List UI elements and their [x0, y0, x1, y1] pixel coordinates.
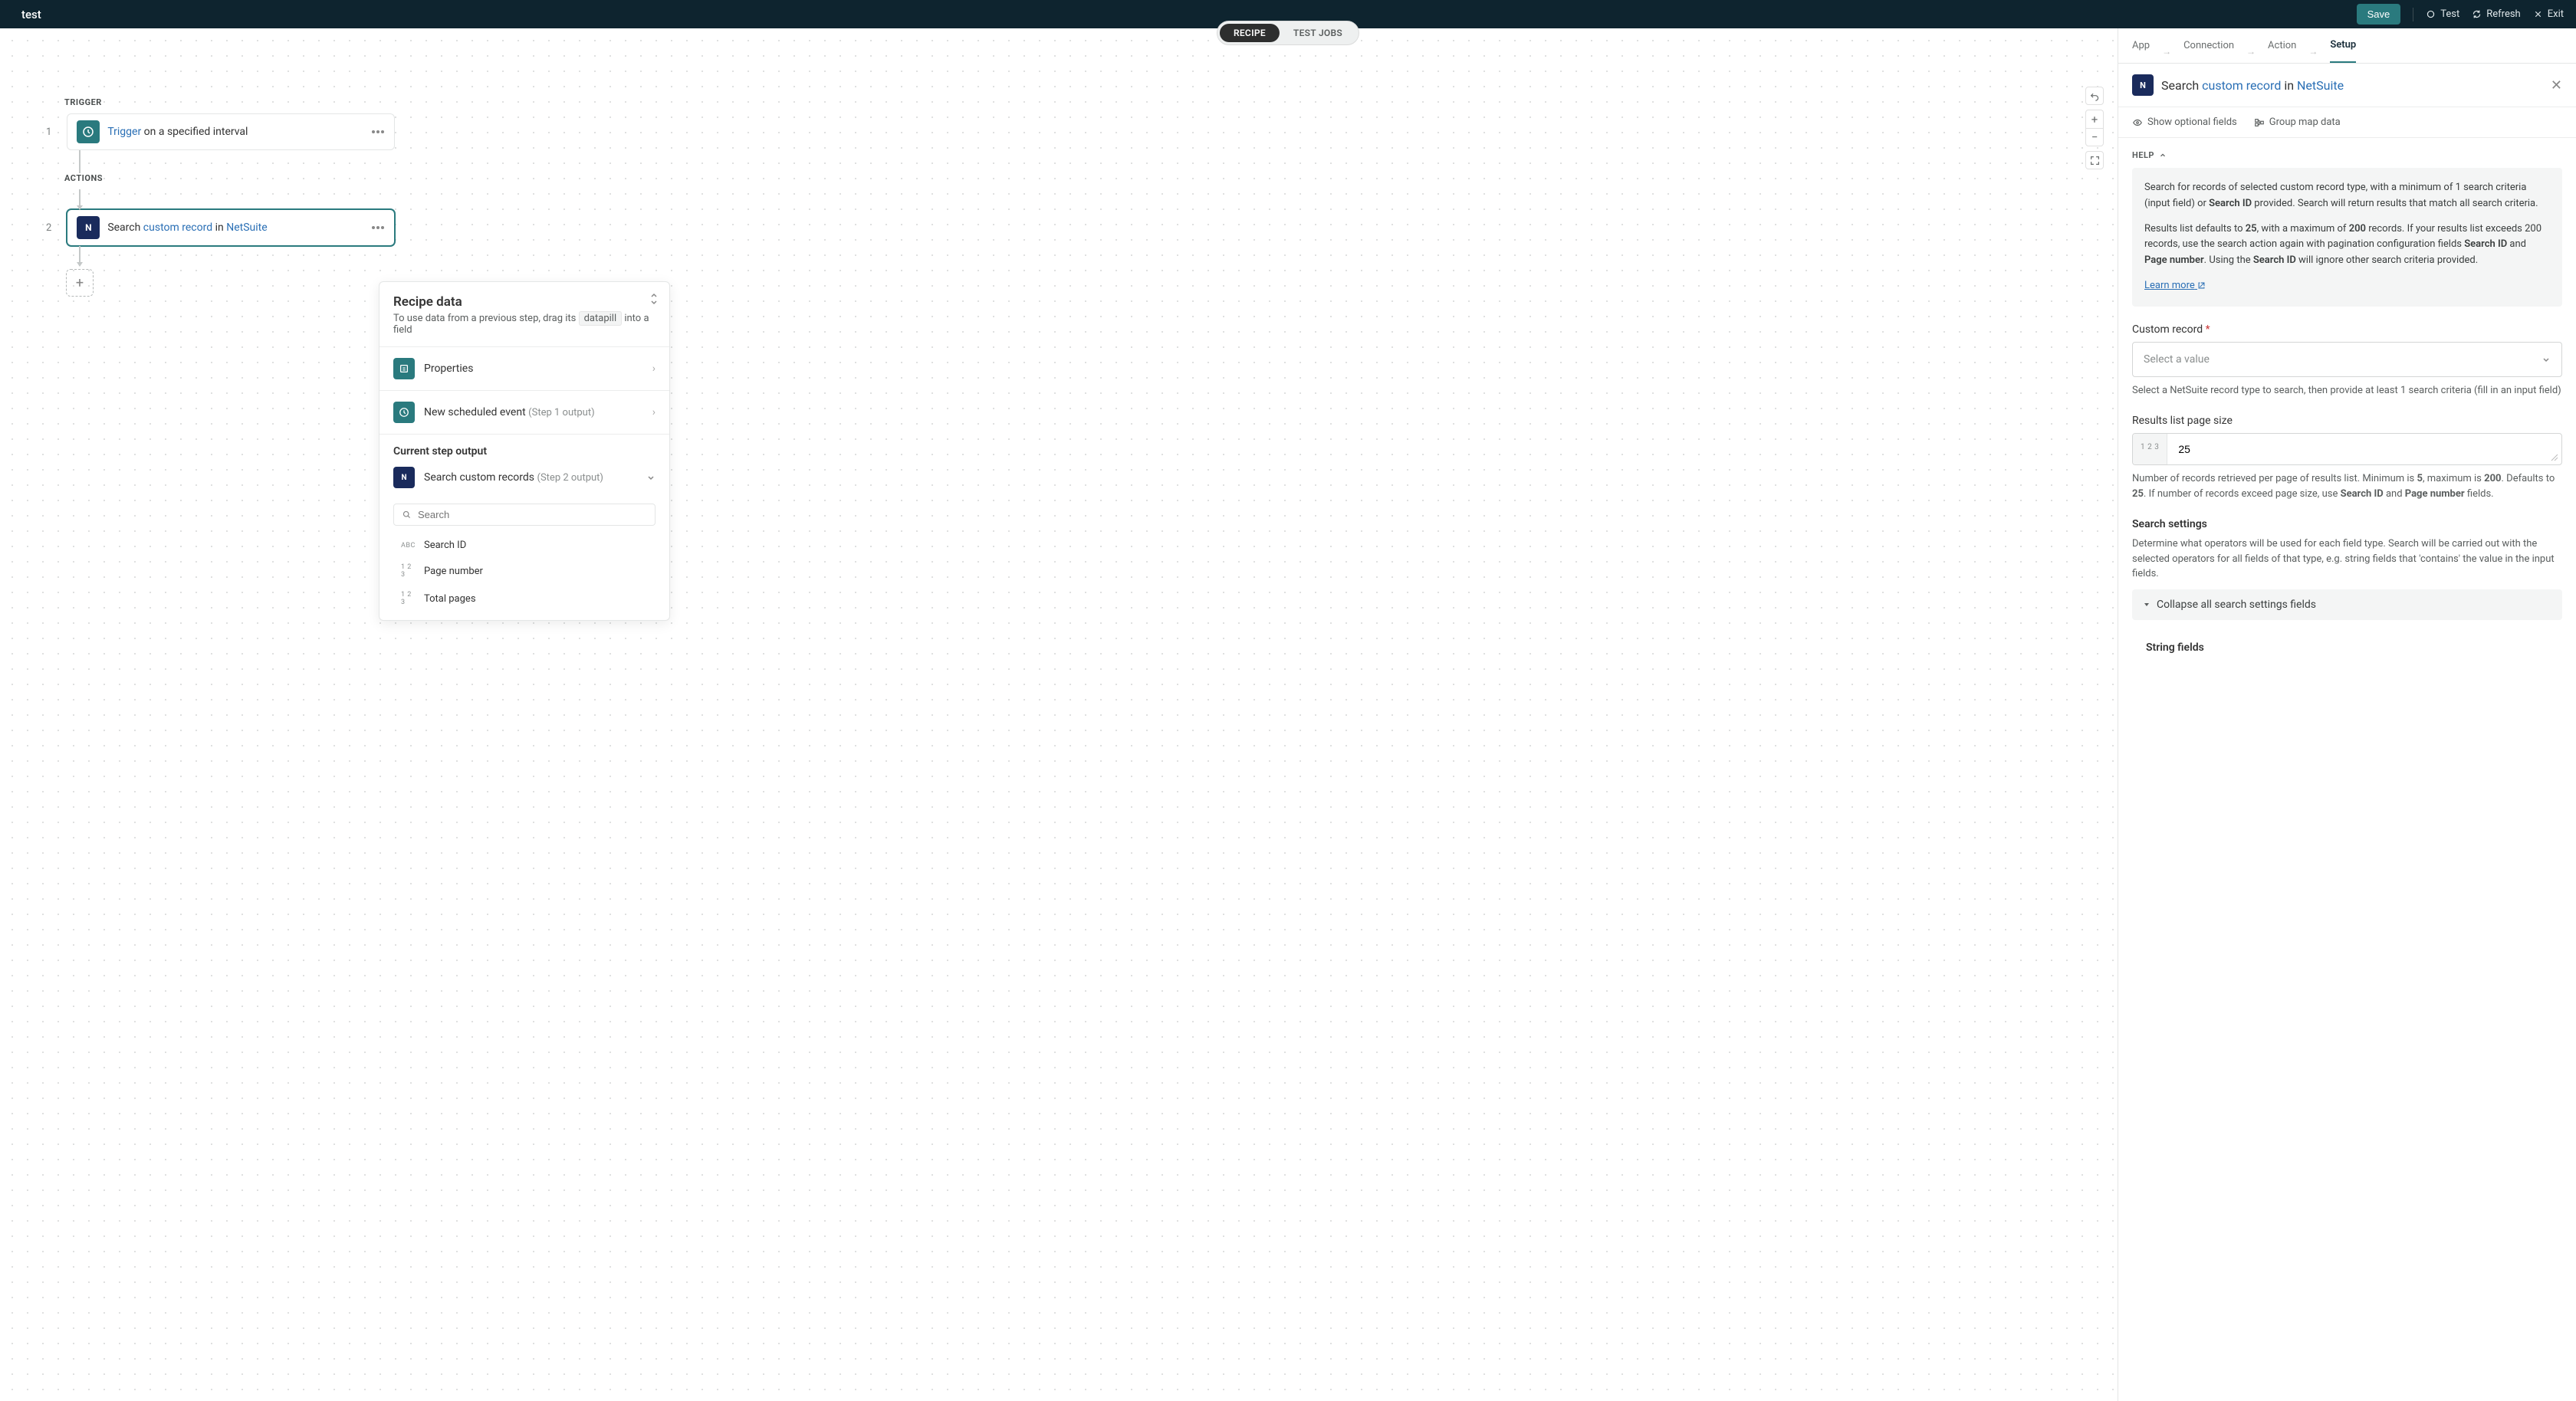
arrow-right-icon: → — [2246, 46, 2256, 57]
learn-more-link[interactable]: Learn more — [2144, 280, 2206, 291]
close-panel-button[interactable]: ✕ — [2551, 77, 2562, 94]
fit-button[interactable] — [2085, 151, 2104, 169]
datapill-total-pages[interactable]: 1 2 3Total pages — [380, 585, 669, 620]
tab-test-jobs[interactable]: TEST JOBS — [1280, 24, 1356, 42]
recipe-data-popover: Recipe data To use data from a previous … — [379, 281, 670, 621]
custom-record-select[interactable]: Select a value — [2132, 342, 2562, 377]
page-size-input[interactable] — [2167, 434, 2548, 464]
refresh-icon — [2472, 9, 2482, 19]
netsuite-icon: N — [2132, 74, 2154, 96]
actions-section-label: ACTIONS — [64, 173, 2072, 183]
tab-app[interactable]: App — [2132, 40, 2150, 62]
config-panel: App → Connection → Action → Setup N Sear… — [2118, 28, 2576, 1401]
datapill-search-id[interactable]: ABCSearch ID — [380, 533, 669, 557]
arrow-right-icon: → — [2162, 46, 2171, 57]
save-button[interactable]: Save — [2357, 4, 2401, 25]
flow-canvas[interactable]: + − TRIGGER 1 Trigger on a specified int… — [0, 28, 2118, 1401]
step-text: Search custom record in NetSuite — [107, 221, 363, 234]
panel-tabs: App → Connection → Action → Setup — [2118, 28, 2576, 64]
clock-icon — [77, 120, 100, 143]
number-type-icon: 1 2 3 — [2133, 434, 2167, 464]
page-size-label: Results list page size — [2132, 415, 2562, 427]
step-trigger[interactable]: Trigger on a specified interval — [67, 113, 395, 150]
search-custom-records-item[interactable]: N Search custom records (Step 2 output) — [380, 462, 669, 499]
step-more-button[interactable] — [371, 130, 385, 133]
step-number: 1 — [46, 126, 51, 138]
step-more-button[interactable] — [371, 226, 385, 229]
help-box: Search for records of selected custom re… — [2132, 168, 2562, 307]
tab-recipe[interactable]: RECIPE — [1220, 24, 1280, 42]
custom-record-help: Select a NetSuite record type to search,… — [2132, 383, 2562, 399]
fit-icon — [2090, 156, 2100, 166]
exit-button[interactable]: Exit — [2533, 8, 2564, 20]
undo-icon — [2090, 91, 2100, 101]
view-switcher: RECIPE TEST JOBS — [1217, 21, 1359, 45]
step-number: 2 — [46, 222, 51, 234]
tab-action[interactable]: Action — [2268, 40, 2296, 62]
resize-icon — [2548, 434, 2561, 464]
popover-title: Recipe data — [393, 294, 656, 310]
panel-title: Search custom record in NetSuite — [2161, 78, 2543, 93]
search-icon — [402, 510, 412, 520]
datapill-page-number[interactable]: 1 2 3Page number — [380, 557, 669, 585]
triangle-down-icon — [2143, 601, 2150, 609]
add-step-button[interactable]: + — [66, 269, 94, 297]
netsuite-icon: N — [393, 467, 415, 488]
map-icon — [2254, 117, 2265, 128]
chevron-down-icon — [646, 473, 656, 482]
app-title: test — [21, 8, 41, 21]
properties-icon — [393, 358, 415, 379]
netsuite-icon: N — [77, 216, 100, 239]
trigger-section-label: TRIGGER — [64, 97, 2072, 107]
group-map-button[interactable]: Group map data — [2254, 116, 2341, 128]
page-size-help: Number of records retrieved per page of … — [2132, 471, 2562, 501]
zoom-out-button[interactable]: − — [2085, 128, 2104, 146]
search-settings-help: Determine what operators will be used fo… — [2132, 536, 2562, 582]
eye-icon — [2132, 117, 2143, 128]
search-input[interactable] — [418, 509, 647, 520]
string-fields-label: String fields — [2146, 641, 2562, 654]
show-optional-button[interactable]: Show optional fields — [2132, 116, 2237, 128]
datapill-search[interactable] — [393, 504, 656, 526]
circle-icon — [2426, 9, 2436, 19]
clock-icon — [393, 402, 415, 423]
help-section-label[interactable]: HELP — [2132, 150, 2562, 160]
zoom-in-button[interactable]: + — [2085, 110, 2104, 128]
tab-setup[interactable]: Setup — [2330, 39, 2356, 63]
close-icon — [2533, 9, 2543, 19]
arrow-right-icon: → — [2308, 46, 2318, 57]
step-text: Trigger on a specified interval — [107, 126, 363, 138]
refresh-button[interactable]: Refresh — [2472, 8, 2520, 20]
expand-icon[interactable] — [649, 293, 659, 305]
chevron-down-icon — [2542, 355, 2551, 364]
custom-record-label: Custom record * — [2132, 323, 2562, 336]
chevron-right-icon: › — [652, 363, 656, 375]
undo-button[interactable] — [2085, 87, 2104, 105]
search-settings-label: Search settings — [2132, 518, 2562, 530]
test-button[interactable]: Test — [2426, 8, 2459, 20]
chevron-right-icon: › — [652, 406, 656, 418]
current-step-label: Current step output — [380, 435, 669, 462]
page-size-input-wrap: 1 2 3 — [2132, 433, 2562, 465]
scheduled-event-item[interactable]: New scheduled event (Step 1 output) › — [380, 391, 669, 434]
popover-subtitle: To use data from a previous step, drag i… — [393, 313, 656, 336]
tab-connection[interactable]: Connection — [2183, 40, 2234, 62]
step-search-custom-record[interactable]: N Search custom record in NetSuite — [67, 209, 395, 246]
chevron-up-icon — [2159, 152, 2167, 159]
properties-item[interactable]: Properties › — [380, 347, 669, 390]
collapse-search-settings[interactable]: Collapse all search settings fields — [2132, 589, 2562, 620]
external-link-icon — [2197, 281, 2206, 290]
